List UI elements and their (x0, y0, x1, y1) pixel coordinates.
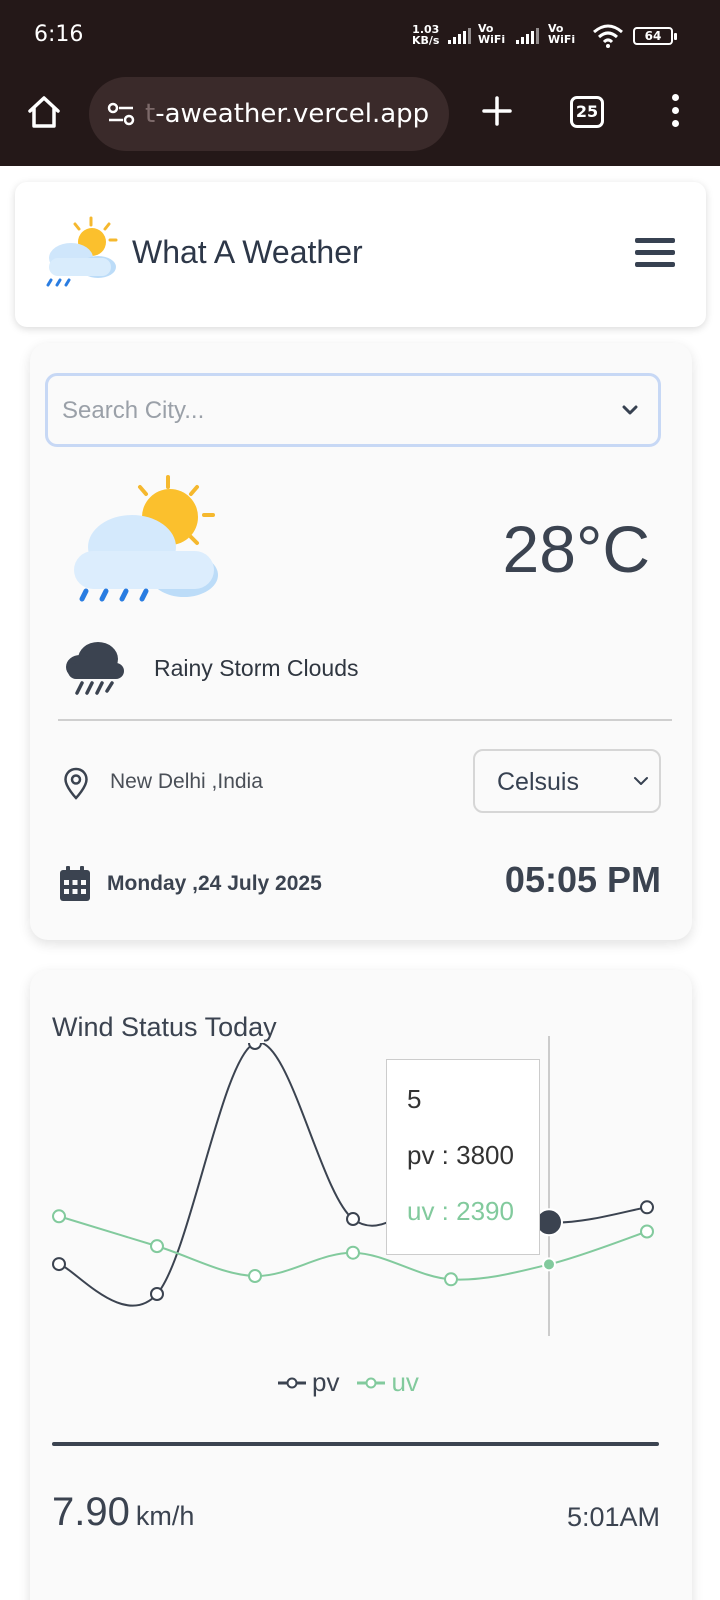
url-main-text: -aweather.vercel.app (155, 99, 430, 129)
data-point-uv-4[interactable] (444, 1272, 458, 1287)
status-time: 6:16 (34, 22, 84, 47)
temperature-unit-select[interactable]: Celsuis (473, 749, 661, 813)
weather-condition-icon (74, 475, 218, 602)
tooltip-label: 5 (407, 1084, 422, 1114)
vowifi-2-label: Vo WiFi (548, 23, 575, 45)
current-weather-card: 28°C Rainy Storm Clouds New Delhi ,India… (30, 343, 692, 940)
legend-uv-marker-icon (357, 1377, 386, 1388)
current-date: Monday ,24 July 2025 (107, 872, 322, 895)
data-point-uv-2[interactable] (248, 1269, 262, 1284)
current-time: 05:05 PM (504, 859, 661, 900)
network-speed: 1.03 KB/s (412, 24, 439, 46)
wifi-icon (593, 24, 623, 48)
series-line-pv (58, 1043, 648, 1307)
weather-condition-text: Rainy Storm Clouds (154, 655, 359, 681)
chevron-down-icon[interactable] (620, 402, 640, 418)
wind-line-chart[interactable] (30, 970, 692, 1370)
battery-indicator: 64 (633, 27, 677, 45)
wind-speed-value: 7.90 (52, 1490, 130, 1534)
city-search-input[interactable] (62, 394, 602, 428)
wind-time: 5:01AM (566, 1502, 660, 1532)
unit-select-value: Celsuis (497, 768, 579, 796)
wind-status-card: Wind Status Today 5 pv : 3800 uv : 2390 … (30, 970, 692, 1600)
rain-cloud-icon (66, 642, 124, 695)
chart-legend: pv uv (278, 1367, 437, 1398)
home-icon[interactable] (24, 92, 64, 132)
location-text: New Delhi ,India (110, 770, 263, 793)
vowifi-2-bottom: WiFi (548, 33, 576, 46)
location-pin-icon (64, 767, 88, 800)
app-header: What A Weather (15, 182, 706, 327)
app-logo-icon (46, 216, 118, 287)
wind-speed: 7.90 km/h (52, 1490, 194, 1535)
site-settings-icon[interactable] (107, 102, 135, 126)
data-point-pv-1[interactable] (150, 1287, 164, 1301)
browser-toolbar: t-aweather.vercel.app 25 (0, 72, 720, 166)
status-bar: 6:16 1.03 KB/s Vo WiFi Vo WiFi 64 (0, 0, 720, 72)
legend-item-pv[interactable]: pv (278, 1367, 339, 1398)
tooltip-pv-value: pv : 3800 (407, 1140, 514, 1170)
net-speed-unit: KB/s (412, 34, 440, 47)
app-title: What A Weather (132, 234, 363, 270)
url-fade-text: t (145, 99, 156, 129)
data-point-pv-6[interactable] (640, 1200, 654, 1215)
chevron-down-icon (634, 777, 648, 785)
current-temperature: 28°C (502, 512, 650, 586)
data-point-uv-0[interactable] (52, 1209, 66, 1224)
url-text[interactable]: t-aweather.vercel.app (145, 99, 429, 129)
signal-1-icon (448, 26, 471, 44)
data-point-pv-2[interactable] (248, 1037, 262, 1050)
tab-switcher-button[interactable]: 25 (570, 96, 604, 128)
vowifi-1-bottom: WiFi (478, 33, 506, 46)
chart-tooltip: 5 pv : 3800 uv : 2390 (386, 1059, 540, 1255)
series-pv (52, 1037, 654, 1307)
legend-uv-label: uv (391, 1367, 419, 1397)
divider (58, 719, 672, 721)
data-point-uv-1[interactable] (150, 1239, 164, 1254)
calendar-icon (60, 866, 90, 901)
legend-pv-marker-icon (278, 1377, 306, 1388)
data-point-uv-3[interactable] (346, 1245, 360, 1260)
data-point-uv-6[interactable] (640, 1224, 654, 1239)
wind-speed-unit: km/h (135, 1501, 195, 1531)
data-point-uv-5[interactable] (542, 1257, 556, 1272)
legend-pv-label: pv (312, 1367, 340, 1397)
hamburger-menu-icon[interactable] (635, 238, 675, 268)
new-tab-icon[interactable] (480, 94, 514, 128)
data-point-pv-3[interactable] (346, 1212, 360, 1227)
tooltip-uv-value: uv : 2390 (407, 1196, 514, 1226)
address-bar[interactable]: t-aweather.vercel.app (89, 77, 449, 151)
legend-item-uv[interactable]: uv (357, 1367, 419, 1398)
wind-divider (52, 1442, 659, 1446)
vowifi-1-label: Vo WiFi (478, 23, 505, 45)
city-search-select[interactable] (45, 373, 661, 447)
data-point-pv-0[interactable] (52, 1257, 66, 1272)
more-menu-icon[interactable] (668, 94, 682, 130)
signal-2-icon (516, 26, 539, 44)
